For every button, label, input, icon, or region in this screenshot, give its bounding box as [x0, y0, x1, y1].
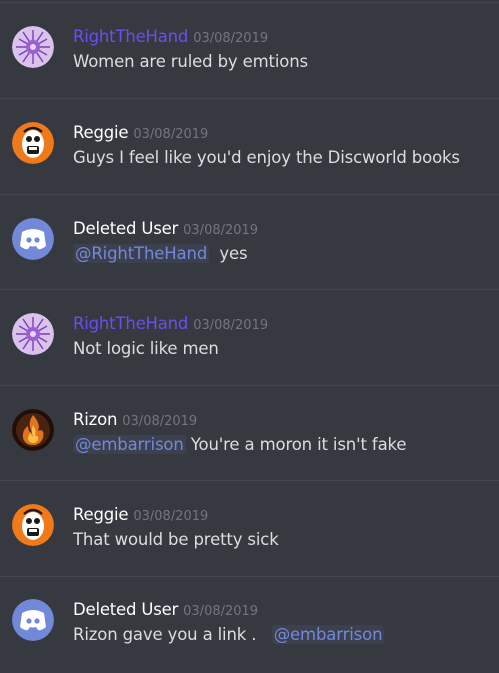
user-mention[interactable]: @embarrison	[271, 625, 385, 644]
orange-cartoon-avatar[interactable]	[12, 122, 54, 164]
message-content: That would be pretty sick	[73, 528, 279, 552]
message: Reggie 03/08/2019 Guys I feel like you'd …	[0, 122, 499, 218]
timestamp: 03/08/2019	[133, 509, 209, 524]
orange-cartoon-avatar[interactable]	[12, 504, 54, 546]
username[interactable]: Deleted User	[73, 219, 178, 238]
message-divider	[0, 576, 499, 577]
message-content: Rizon gave you a link . @embarrison	[73, 623, 385, 647]
user-mention[interactable]: @embarrison	[73, 435, 186, 454]
purple-crystal-avatar[interactable]	[12, 26, 54, 68]
message-divider	[0, 385, 499, 386]
message-text: Guys I feel like you'd enjoy the Discwor…	[73, 148, 460, 167]
message-content: Guys I feel like you'd enjoy the Discwor…	[73, 146, 460, 170]
discord-logo-avatar[interactable]	[12, 218, 54, 260]
fire-avatar[interactable]	[12, 409, 54, 451]
message: Deleted User 03/08/2019 @RightTheHand yes	[0, 218, 499, 314]
message: Rizon 03/08/2019 @embarrison You're a mor…	[0, 409, 499, 505]
message-divider	[0, 98, 499, 99]
message-header: Rizon 03/08/2019	[73, 409, 197, 433]
message-content: @embarrison You're a moron it isn't fake	[73, 433, 406, 457]
message-header: RightTheHand 03/08/2019	[73, 26, 268, 50]
timestamp: 03/08/2019	[183, 223, 259, 238]
username[interactable]: RightTheHand	[73, 314, 188, 333]
message-divider	[0, 480, 499, 481]
message-content: Women are ruled by emtions	[73, 50, 308, 74]
timestamp: 03/08/2019	[183, 604, 259, 619]
message-text: Not logic like men	[73, 339, 219, 358]
username[interactable]: Reggie	[73, 505, 129, 524]
message-content: Not logic like men	[73, 337, 219, 361]
purple-crystal-avatar[interactable]	[12, 313, 54, 355]
message-header: Reggie 03/08/2019	[73, 504, 208, 528]
user-mention[interactable]: @RightTheHand	[73, 244, 210, 263]
message-text: You're a moron it isn't fake	[190, 435, 407, 454]
message-header: Reggie 03/08/2019	[73, 122, 208, 146]
username[interactable]: Reggie	[73, 123, 129, 142]
timestamp: 03/08/2019	[193, 31, 269, 46]
message: Deleted User 03/08/2019 Rizon gave you a …	[0, 599, 499, 673]
message-divider	[0, 2, 499, 3]
username[interactable]: Rizon	[73, 410, 117, 429]
message-text: Rizon gave you a link .	[73, 625, 257, 644]
discord-logo-avatar[interactable]	[12, 599, 54, 641]
message-text: Women are ruled by emtions	[73, 52, 309, 71]
message: RightTheHand 03/08/2019 Women are ruled b…	[0, 26, 499, 122]
message-header: RightTheHand 03/08/2019	[73, 313, 268, 337]
chat-message-list: RightTheHand 03/08/2019 Women are ruled b…	[0, 0, 499, 673]
username[interactable]: RightTheHand	[73, 27, 188, 46]
message-content: @RightTheHand yes	[73, 242, 248, 266]
timestamp: 03/08/2019	[122, 414, 198, 429]
message-header: Deleted User 03/08/2019	[73, 599, 258, 623]
message: RightTheHand 03/08/2019 Not logic like me…	[0, 313, 499, 409]
message-header: Deleted User 03/08/2019	[73, 218, 258, 242]
message-text: yes	[219, 244, 248, 263]
message: Reggie 03/08/2019 That would be pretty si…	[0, 504, 499, 600]
timestamp: 03/08/2019	[133, 127, 209, 142]
message-text: That would be pretty sick	[73, 530, 279, 549]
username[interactable]: Deleted User	[73, 600, 178, 619]
message-divider	[0, 194, 499, 195]
timestamp: 03/08/2019	[193, 318, 269, 333]
message-divider	[0, 289, 499, 290]
